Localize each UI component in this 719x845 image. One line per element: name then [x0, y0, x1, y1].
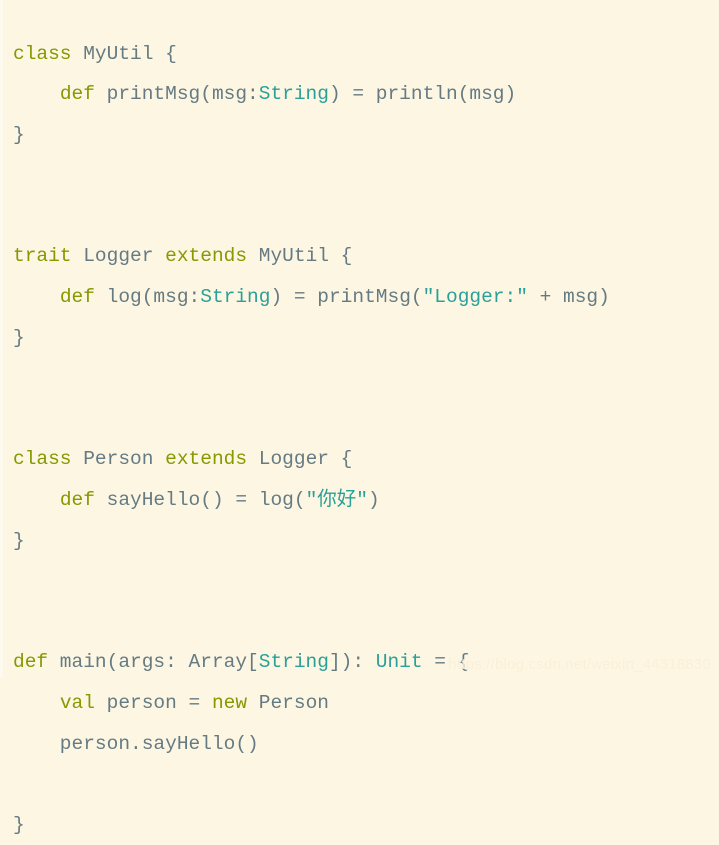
code-token-plain	[13, 83, 60, 105]
code-token-kw: def	[60, 286, 95, 308]
code-token-type: String	[259, 83, 329, 105]
code-token-plain: MyUtil	[83, 43, 153, 65]
code-token-str: "Logger:"	[423, 286, 528, 308]
code-token-plain: printMsg(msg:	[95, 83, 259, 105]
code-token-brace: }	[13, 124, 25, 146]
code-token-plain: person.sayHello()	[13, 733, 259, 755]
code-token-plain: ) = println(msg)	[329, 83, 516, 105]
code-token-kw: val	[60, 692, 95, 714]
code-line	[13, 602, 719, 643]
code-token-brace: }	[13, 814, 25, 836]
code-token-brace: }	[13, 530, 25, 552]
code-token-plain: person =	[95, 692, 212, 714]
code-token-kw: extends	[165, 245, 247, 267]
code-line	[13, 196, 719, 237]
code-line: def log(msg:String) = printMsg("Logger:"…	[13, 277, 719, 318]
code-token-plain	[13, 489, 60, 511]
code-token-plain: log(msg:	[95, 286, 200, 308]
code-line: }	[13, 115, 719, 156]
code-line: trait Logger extends MyUtil {	[13, 236, 719, 277]
code-token-plain: Person	[72, 448, 166, 470]
code-token-brace: }	[13, 327, 25, 349]
code-token-plain: Logger {	[247, 448, 352, 470]
code-line: class Person extends Logger {	[13, 439, 719, 480]
code-line	[13, 358, 719, 399]
code-token-plain: )	[368, 489, 380, 511]
code-line: class MyUtil {	[13, 34, 719, 75]
code-line: val person = new Person	[13, 683, 719, 724]
code-token-plain: ]):	[329, 651, 376, 673]
code-token-kw: def	[60, 489, 95, 511]
code-line: }	[13, 318, 719, 359]
code-line: }	[13, 521, 719, 562]
code-token-type: Unit	[376, 651, 423, 673]
code-line: person.sayHello()	[13, 724, 719, 765]
code-token-kw: class	[13, 448, 72, 470]
watermark-url: https://blog.csdn.net/weixin_44318830	[448, 656, 711, 673]
code-token-plain	[13, 692, 60, 714]
code-token-brace: {	[153, 43, 176, 65]
code-line: def sayHello() = log("你好")	[13, 480, 719, 521]
code-token-kw: trait	[13, 245, 72, 267]
code-token-plain: ) = printMsg(	[270, 286, 422, 308]
code-token-plain	[13, 286, 60, 308]
code-line	[13, 399, 719, 440]
code-token-plain: main(args: Array[	[48, 651, 259, 673]
code-token-str: "你好"	[306, 489, 368, 511]
code-token-kw: new	[212, 692, 247, 714]
code-viewer: class MyUtil { def printMsg(msg:String) …	[0, 0, 719, 677]
code-token-plain: MyUtil {	[247, 245, 352, 267]
code-token-plain	[72, 43, 84, 65]
code-token-plain: sayHello() = log(	[95, 489, 306, 511]
code-token-plain: Logger	[72, 245, 166, 267]
code-token-kw: extends	[165, 448, 247, 470]
code-token-type: String	[259, 651, 329, 673]
code-token-kw: class	[13, 43, 72, 65]
code-line	[13, 155, 719, 196]
code-line	[13, 561, 719, 602]
code-token-type: String	[200, 286, 270, 308]
code-token-plain: + msg)	[528, 286, 610, 308]
code-token-kw: def	[60, 83, 95, 105]
code-line: def printMsg(msg:String) = println(msg)	[13, 74, 719, 115]
code-line: }	[13, 805, 719, 845]
code-token-kw: def	[13, 651, 48, 673]
code-block[interactable]: class MyUtil { def printMsg(msg:String) …	[13, 34, 719, 845]
code-line	[13, 764, 719, 805]
code-token-plain: Person	[247, 692, 329, 714]
